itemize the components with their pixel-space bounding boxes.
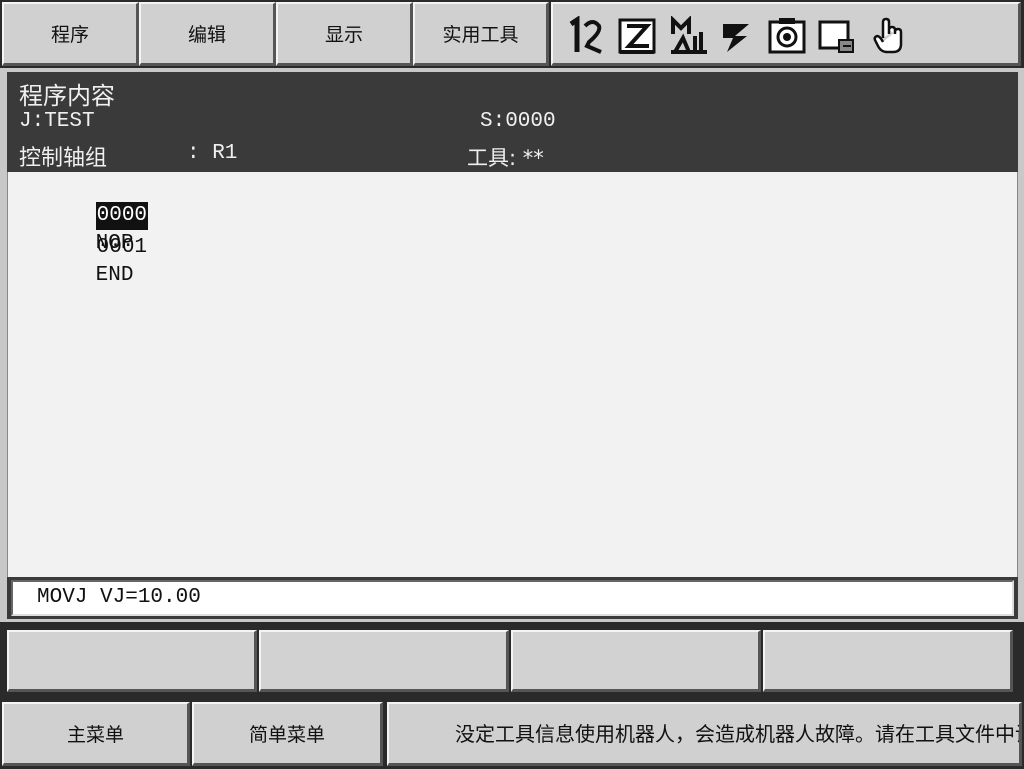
teach-pendant-screen: 程序 编辑 显示 实用工具 程序内容 J:TEST S:0000 控制轴组: … — [0, 0, 1024, 769]
line-instruction: END — [95, 264, 134, 287]
menu-display-button[interactable]: 显示 — [276, 2, 413, 66]
bottom-bar: 主菜单 简单菜单 没定工具信息使用机器人，会造成机器人故障。请在工具文件中设定工… — [0, 698, 1024, 769]
step-number: S:0000 — [480, 110, 556, 133]
job-name: J:TEST — [19, 110, 95, 133]
program-line[interactable]: 0000 NOP — [20, 174, 149, 255]
soft-key-4[interactable] — [763, 630, 1013, 692]
simple-menu-button[interactable]: 简单菜单 — [192, 702, 383, 766]
main-menu-button[interactable]: 主菜单 — [2, 702, 190, 766]
line-number: 0001 — [96, 236, 148, 259]
soft-key-2[interactable] — [259, 630, 509, 692]
program-content-area[interactable]: 0000 NOP 0001 END — [7, 172, 1018, 577]
program-header: 程序内容 J:TEST S:0000 控制轴组 : R1 工具: ** — [7, 72, 1018, 172]
servo-power-icon — [723, 24, 749, 52]
coordinate-mode-icon — [569, 16, 602, 54]
input-buffer-field[interactable]: MOVJ VJ=10.00 — [11, 580, 1014, 616]
page-icon — [818, 20, 854, 53]
robot-status-icon — [768, 18, 806, 54]
tool-number: 工具: ** — [467, 146, 544, 170]
menu-edit-button[interactable]: 编辑 — [139, 2, 276, 66]
hand-icon — [873, 17, 903, 54]
program-title: 程序内容 — [19, 82, 115, 110]
control-group-value: : R1 — [187, 142, 238, 165]
step-mode-icon — [618, 18, 656, 54]
message-area[interactable]: 没定工具信息使用机器人，会造成机器人故障。请在工具文件中设定工具信息。 — [387, 702, 1022, 766]
status-icon-tray — [551, 2, 1021, 66]
soft-key-row — [0, 622, 1024, 698]
manual-speed-icon — [671, 16, 707, 54]
menu-utility-button[interactable]: 实用工具 — [413, 2, 549, 66]
input-buffer-bar: MOVJ VJ=10.00 — [7, 577, 1018, 619]
program-line[interactable]: 0001 END — [20, 206, 148, 287]
menu-program-button[interactable]: 程序 — [2, 2, 139, 66]
message-text: 没定工具信息使用机器人，会造成机器人故障。请在工具文件中设定工具信息。 — [455, 722, 1019, 746]
soft-key-1[interactable] — [7, 630, 257, 692]
top-menu-bar: 程序 编辑 显示 实用工具 — [0, 0, 1024, 68]
soft-key-3[interactable] — [511, 630, 761, 692]
control-group-label: 控制轴组 — [19, 146, 108, 171]
